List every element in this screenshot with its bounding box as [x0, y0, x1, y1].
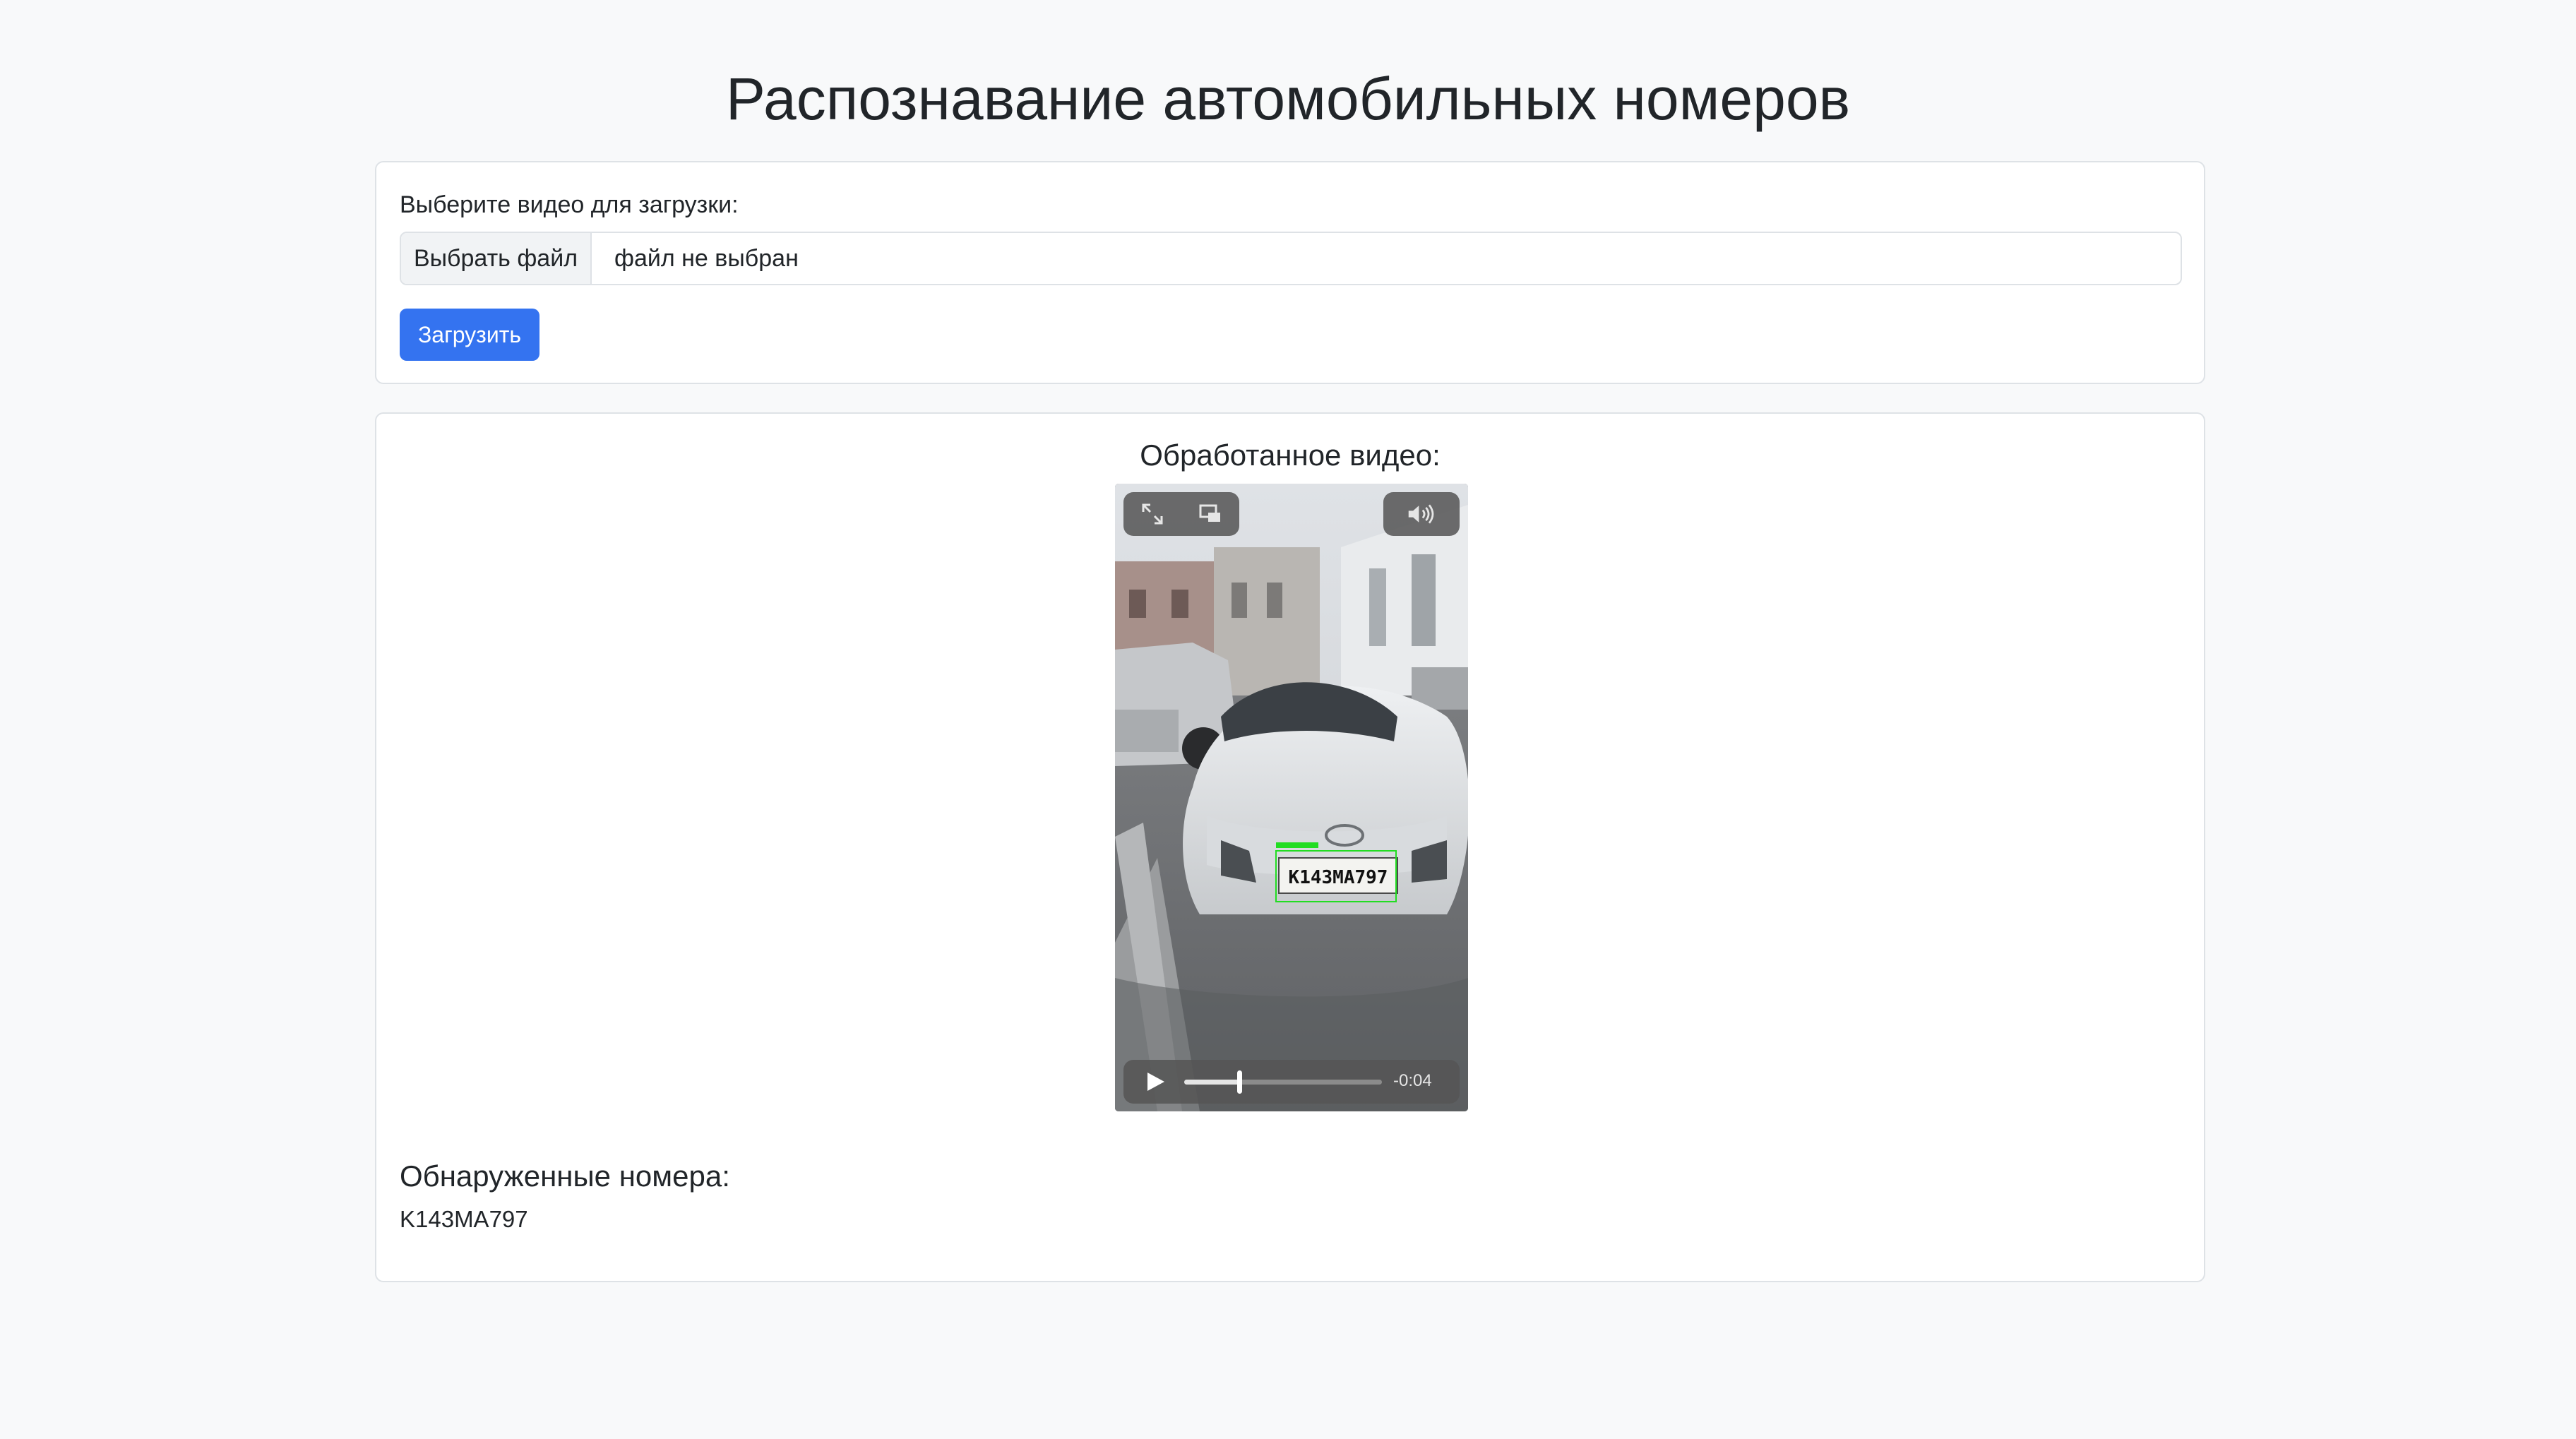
upload-card: Выберите видео для загрузки: Выбрать фай… [375, 161, 2205, 384]
video-volume-control [1383, 492, 1460, 536]
play-icon[interactable] [1143, 1070, 1167, 1094]
page-title: Распознавание автомобильных номеров [725, 66, 1851, 132]
speaker-icon[interactable] [1407, 499, 1436, 529]
detected-plate-item: K143MA797 [400, 1206, 528, 1232]
upload-label: Выберите видео для загрузки: [400, 191, 739, 218]
detected-plates-heading: Обнаруженные номера: [400, 1159, 730, 1193]
upload-button[interactable]: Загрузить [400, 309, 539, 361]
video-heading: Обработанное видео: [1140, 438, 1441, 472]
picture-in-picture-icon[interactable] [1195, 499, 1225, 529]
video-progress-thumb[interactable] [1237, 1070, 1243, 1094]
processed-video[interactable]: К143МА797 -0:04 [1115, 484, 1468, 1111]
video-progress-bar[interactable] [1184, 1070, 1382, 1094]
video-progress-fill [1184, 1080, 1240, 1085]
time-remaining: -0:04 [1393, 1071, 1432, 1090]
detected-plates-list: K143MA797 [400, 1202, 528, 1237]
overlay-plate-text: К143МА797 [1289, 867, 1388, 888]
video-bottom-controls: -0:04 [1123, 1060, 1460, 1104]
video-frame: К143МА797 [1115, 484, 1468, 1111]
choose-file-button[interactable]: Выбрать файл [401, 233, 592, 284]
video-top-controls [1123, 492, 1239, 536]
expand-icon[interactable] [1138, 499, 1167, 529]
file-status-text: файл не выбран [614, 244, 799, 272]
file-input[interactable]: Выбрать файл файл не выбран [400, 232, 2182, 285]
result-card: Обработанное видео: К143МА797 -0:04 Обна… [375, 412, 2205, 1282]
